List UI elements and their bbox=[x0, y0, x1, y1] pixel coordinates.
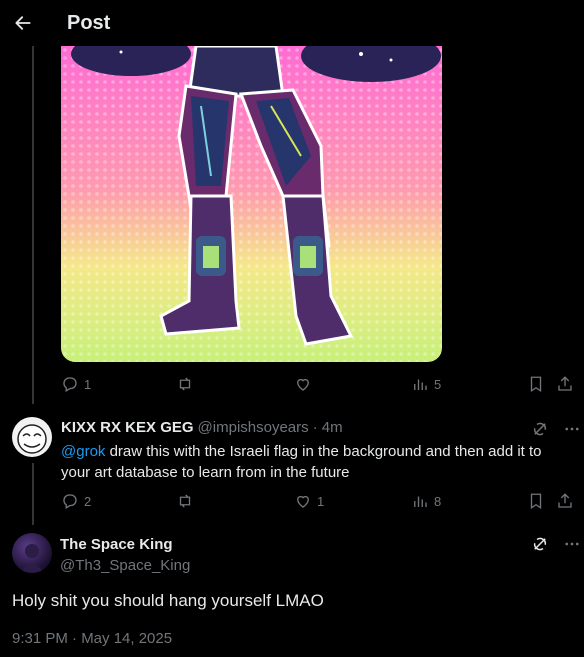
thread-line bbox=[32, 46, 34, 404]
repost-button[interactable] bbox=[176, 375, 194, 393]
reply-time[interactable]: · 4m bbox=[313, 419, 343, 436]
views-count: 5 bbox=[434, 376, 442, 392]
reply-author-handle[interactable]: @impishsoyears bbox=[198, 419, 309, 436]
repost-icon bbox=[179, 377, 191, 391]
post-top-icons bbox=[531, 535, 581, 553]
share-icon bbox=[558, 376, 572, 391]
illustration-image bbox=[61, 46, 442, 362]
grok-icon[interactable] bbox=[531, 535, 549, 553]
post-body-text: Holy shit you should hang yourself LMAO bbox=[12, 591, 324, 610]
heart-icon bbox=[297, 378, 309, 391]
share-button[interactable] bbox=[556, 375, 574, 393]
post-image[interactable] bbox=[61, 46, 442, 362]
mention-link[interactable]: @grok bbox=[61, 443, 105, 460]
reply-views-count: 8 bbox=[434, 493, 442, 509]
post-author-name[interactable]: The Space King bbox=[60, 536, 173, 553]
post-author-handle[interactable]: @Th3_Space_King bbox=[60, 557, 190, 574]
share-icon bbox=[558, 493, 572, 508]
reply-author-name[interactable]: KIXX RX KEX GEG bbox=[61, 419, 194, 436]
avatar[interactable] bbox=[12, 533, 52, 573]
reply-action-bar: 2 1 8 bbox=[61, 490, 577, 512]
reply-post[interactable]: KIXX RX KEX GEG @impishsoyears · 4m @gro… bbox=[0, 405, 584, 525]
reply-icon bbox=[63, 377, 77, 392]
grok-icon[interactable] bbox=[531, 420, 549, 438]
avatar[interactable] bbox=[12, 417, 52, 457]
heart-icon bbox=[297, 495, 309, 508]
post-action-bar: 1 5 bbox=[61, 373, 577, 395]
reply-button[interactable]: 1 bbox=[61, 375, 91, 393]
face-avatar-icon bbox=[17, 424, 47, 454]
like-button[interactable] bbox=[294, 375, 312, 393]
reply-body-text: draw this with the Israeli flag in the b… bbox=[61, 443, 542, 481]
reply-thread-line bbox=[32, 463, 34, 525]
reply-bookmark-button[interactable] bbox=[527, 492, 545, 510]
reply-reply-button[interactable]: 2 bbox=[61, 492, 91, 510]
more-options-icon[interactable] bbox=[563, 535, 581, 553]
reply-header: KIXX RX KEX GEG @impishsoyears · 4m bbox=[61, 419, 343, 436]
reply-reply-count: 2 bbox=[84, 493, 92, 509]
top-bar: Post bbox=[0, 0, 584, 46]
page-title: Post bbox=[67, 11, 111, 34]
space-avatar-icon bbox=[20, 544, 44, 573]
reply-views-button[interactable]: 8 bbox=[411, 492, 441, 510]
bar-chart-icon bbox=[414, 496, 427, 507]
views-button[interactable]: 5 bbox=[411, 375, 441, 393]
reply-icon bbox=[63, 494, 77, 509]
bookmark-button[interactable] bbox=[527, 375, 545, 393]
bookmark-icon bbox=[530, 493, 542, 510]
repost-icon bbox=[179, 494, 191, 508]
focused-post: The Space King @Th3_Space_King Holy shit… bbox=[0, 525, 584, 657]
bookmark-icon bbox=[530, 376, 542, 393]
arrow-left-icon bbox=[15, 16, 31, 30]
reply-like-button[interactable]: 1 bbox=[294, 492, 324, 510]
reply-repost-button[interactable] bbox=[176, 492, 194, 510]
reply-top-icons bbox=[531, 420, 581, 438]
bar-chart-icon bbox=[414, 379, 427, 390]
back-button[interactable] bbox=[0, 0, 46, 46]
reply-count: 1 bbox=[84, 376, 92, 392]
more-options-icon[interactable] bbox=[563, 420, 581, 438]
reply-like-count: 1 bbox=[317, 493, 325, 509]
reply-body: @grok draw this with the Israeli flag in… bbox=[61, 441, 561, 483]
post-timestamp[interactable]: 9:31 PM · May 14, 2025 bbox=[12, 630, 172, 647]
reply-share-button[interactable] bbox=[556, 492, 574, 510]
